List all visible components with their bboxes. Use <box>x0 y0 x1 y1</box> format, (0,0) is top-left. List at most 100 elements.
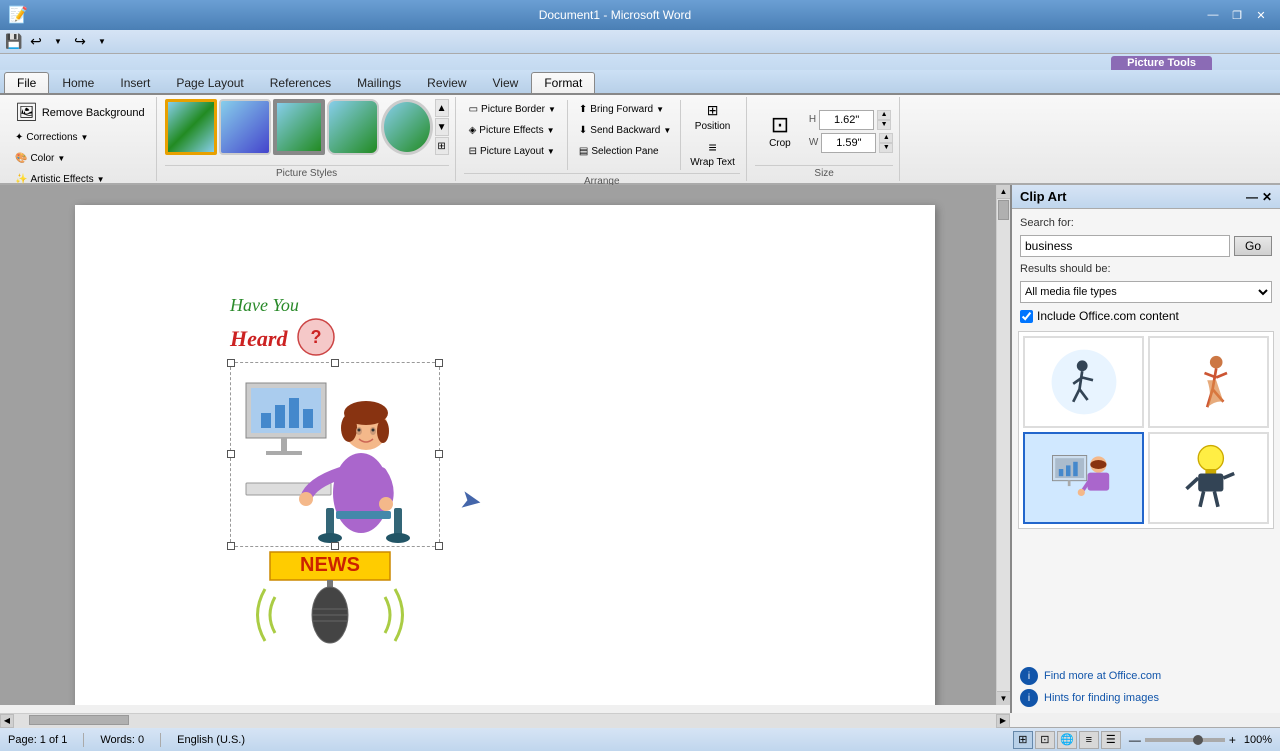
selection-pane-button[interactable]: ▤ Selection Pane <box>574 141 676 161</box>
width-down[interactable]: ▼ <box>879 143 893 153</box>
document-area[interactable]: ▲ ▼ Have You Heard ? <box>0 185 1010 705</box>
handle-ml[interactable] <box>227 450 235 458</box>
remove-background-button[interactable]: 🖼 Remove Background <box>10 99 150 126</box>
view-buttons: ⊞ ⊡ 🌐 ≡ ☰ <box>1013 731 1121 749</box>
tab-references[interactable]: References <box>257 72 344 93</box>
result-item-2[interactable] <box>1148 336 1269 428</box>
results-grid <box>1018 331 1274 529</box>
go-button[interactable]: Go <box>1234 236 1272 256</box>
selected-image-container[interactable]: Have You Heard ? <box>230 295 440 670</box>
find-more-link[interactable]: i Find more at Office.com <box>1020 667 1272 685</box>
color-button[interactable]: 🎨 Color ▼ <box>10 148 150 168</box>
picture-style-1[interactable] <box>165 99 217 155</box>
color-arrow: ▼ <box>57 154 65 163</box>
scroll-down-arrow[interactable]: ▼ <box>997 691 1010 705</box>
result-item-3[interactable] <box>1023 432 1144 524</box>
height-input[interactable] <box>819 110 874 130</box>
search-input[interactable] <box>1020 235 1230 257</box>
bring-forward-button[interactable]: ⬆ Bring Forward ▼ <box>574 99 676 119</box>
horizontal-scrollbar[interactable]: ◀ ▶ <box>0 713 1010 727</box>
tab-view[interactable]: View <box>480 72 532 93</box>
position-button[interactable]: ⊞ Position <box>685 99 740 135</box>
handle-tr[interactable] <box>435 359 443 367</box>
handle-br[interactable] <box>435 542 443 550</box>
ribbon-tabs: File Home Insert Page Layout References … <box>0 70 1280 94</box>
crop-button[interactable]: ⊡ Crop <box>755 111 805 152</box>
tab-format[interactable]: Format <box>531 72 595 93</box>
bring-forward-icon: ⬆ <box>579 104 587 115</box>
draft-view-btn[interactable]: ☰ <box>1101 731 1121 749</box>
scroll-up-arrow[interactable]: ▲ <box>997 185 1010 199</box>
picture-style-3[interactable] <box>273 99 325 155</box>
scrollbar-thumb[interactable] <box>998 200 1009 220</box>
find-more-label: Find more at Office.com <box>1044 670 1161 682</box>
send-backward-button[interactable]: ⬇ Send Backward ▼ <box>574 120 676 140</box>
picture-layout-button[interactable]: ⊟ Picture Layout ▼ <box>464 141 561 161</box>
web-view-btn[interactable]: 🌐 <box>1057 731 1077 749</box>
h-scroll-left[interactable]: ◀ <box>0 714 14 728</box>
tab-insert[interactable]: Insert <box>107 72 163 93</box>
width-up[interactable]: ▲ <box>879 133 893 143</box>
picture-style-2[interactable] <box>219 99 271 155</box>
result-item-1[interactable] <box>1023 336 1144 428</box>
qat-more[interactable]: ▼ <box>92 32 112 52</box>
gallery-up-arrow[interactable]: ▲ <box>435 99 449 117</box>
media-types-row: All media file types <box>1020 281 1272 303</box>
wrap-text-button[interactable]: ≡ Wrap Text <box>685 136 740 171</box>
size-group: ⊡ Crop H ▲ ▼ W ▲ ▼ <box>749 97 900 181</box>
vertical-scrollbar[interactable]: ▲ ▼ <box>996 185 1010 705</box>
tab-file[interactable]: File <box>4 72 49 93</box>
handle-mr[interactable] <box>435 450 443 458</box>
tab-page-layout[interactable]: Page Layout <box>163 72 256 93</box>
corrections-button[interactable]: ✦ Corrections ▼ <box>10 127 150 147</box>
include-office-row: Include Office.com content <box>1020 309 1272 323</box>
tab-review[interactable]: Review <box>414 72 479 93</box>
minimize-button[interactable]: — <box>1202 6 1224 24</box>
picture-style-5[interactable] <box>381 99 433 155</box>
svg-text:?: ? <box>311 327 322 347</box>
results-area[interactable] <box>1012 331 1280 661</box>
picture-border-button[interactable]: ▭ Picture Border ▼ <box>464 99 561 119</box>
restore-button[interactable]: ❐ <box>1226 6 1248 24</box>
media-types-select[interactable]: All media file types <box>1020 281 1272 303</box>
include-office-checkbox[interactable] <box>1020 310 1033 323</box>
close-button[interactable]: ✕ <box>1250 6 1272 24</box>
words-status: Words: 0 <box>100 734 144 746</box>
zoom-slider[interactable] <box>1145 738 1225 742</box>
undo-dropdown[interactable]: ▼ <box>48 32 68 52</box>
gallery-scroll: ▲ ▼ ⊞ <box>435 99 449 155</box>
height-down[interactable]: ▼ <box>877 120 891 130</box>
artistic-effects-arrow: ▼ <box>97 175 105 184</box>
hints-link[interactable]: i Hints for finding images <box>1020 689 1272 707</box>
handle-tl[interactable] <box>227 359 235 367</box>
remove-bg-icon: 🖼 <box>15 102 38 123</box>
handle-bl[interactable] <box>227 542 235 550</box>
picture-effects-button[interactable]: ◈ Picture Effects ▼ <box>464 120 561 140</box>
hints-label: Hints for finding images <box>1044 692 1159 704</box>
wrap-text-icon: ≡ <box>708 139 716 155</box>
zoom-in-btn[interactable]: + <box>1229 733 1236 747</box>
clip-art-title: Clip Art <box>1020 189 1066 204</box>
h-scroll-right[interactable]: ▶ <box>996 714 1010 728</box>
gallery-down-arrow[interactable]: ▼ <box>435 118 449 136</box>
panel-minimize-icon[interactable]: — <box>1246 190 1258 204</box>
handle-bm[interactable] <box>331 542 339 550</box>
panel-close-icon[interactable]: ✕ <box>1262 190 1272 204</box>
picture-border-label: Picture Border <box>481 104 545 115</box>
outline-view-btn[interactable]: ≡ <box>1079 731 1099 749</box>
picture-style-4[interactable] <box>327 99 379 155</box>
zoom-out-btn[interactable]: — <box>1129 733 1141 747</box>
zoom-thumb[interactable] <box>1193 735 1203 745</box>
tab-mailings[interactable]: Mailings <box>344 72 414 93</box>
result-item-4[interactable] <box>1148 432 1269 524</box>
save-button[interactable]: 💾 <box>4 32 24 52</box>
tab-home[interactable]: Home <box>49 72 107 93</box>
height-up[interactable]: ▲ <box>877 110 891 120</box>
full-screen-btn[interactable]: ⊡ <box>1035 731 1055 749</box>
gallery-expand-arrow[interactable]: ⊞ <box>435 137 449 155</box>
print-view-btn[interactable]: ⊞ <box>1013 731 1033 749</box>
undo-button[interactable]: ↩ <box>26 32 46 52</box>
redo-button[interactable]: ↪ <box>70 32 90 52</box>
width-input[interactable] <box>821 133 876 153</box>
handle-tm[interactable] <box>331 359 339 367</box>
